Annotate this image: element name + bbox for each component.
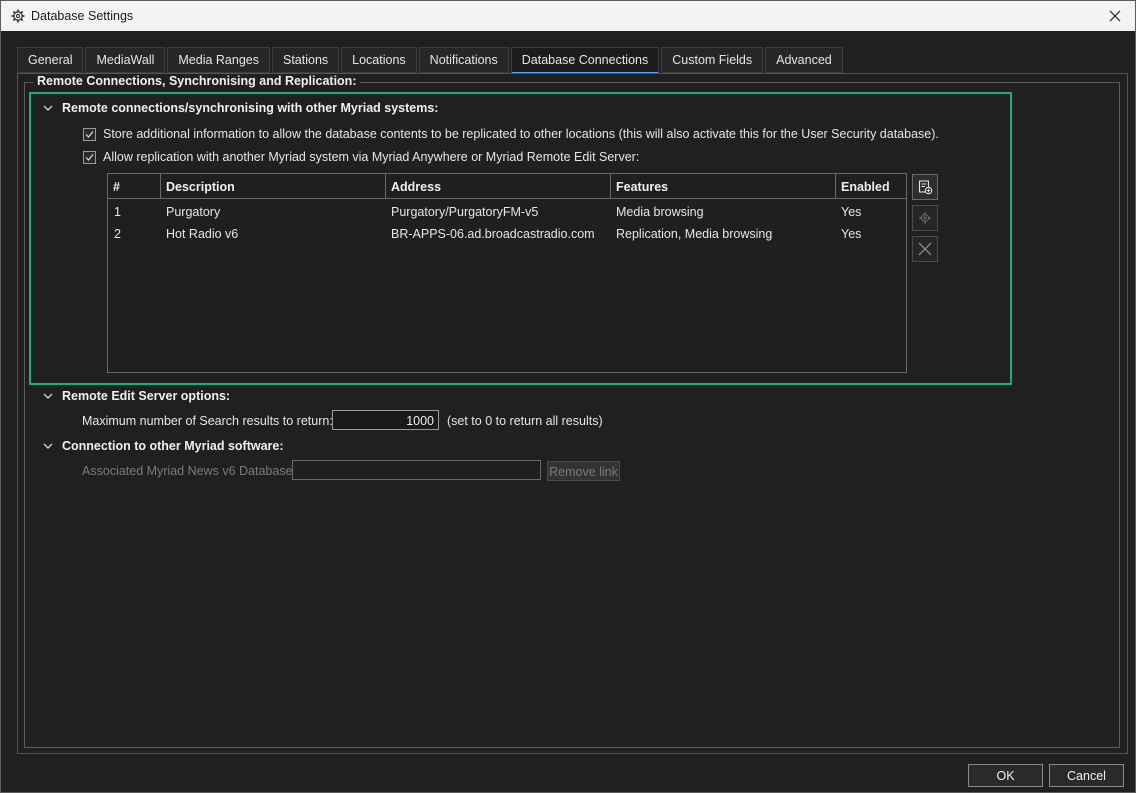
table-row[interactable]: 1 Purgatory Purgatory/PurgatoryFM-v5 Med… <box>108 201 906 223</box>
tab-custom-fields[interactable]: Custom Fields <box>661 47 764 73</box>
close-button[interactable] <box>1095 1 1135 31</box>
add-connection-button[interactable] <box>912 174 938 200</box>
tab-locations[interactable]: Locations <box>341 47 417 73</box>
database-settings-window: Database Settings General MediaWall Medi… <box>0 0 1136 793</box>
remote-connections-header[interactable]: Remote connections/synchronising with ot… <box>41 101 438 115</box>
connection-settings-button[interactable] <box>912 205 938 231</box>
tab-strip: General MediaWall Media Ranges Stations … <box>17 47 845 74</box>
cell-description: Purgatory <box>166 205 221 219</box>
chevron-down-icon <box>43 393 53 399</box>
tab-notifications[interactable]: Notifications <box>418 47 509 73</box>
checkbox-box[interactable] <box>83 127 96 141</box>
chevron-down-icon <box>43 105 53 111</box>
connections-table[interactable]: # Description Address Features Enabled 1… <box>107 173 907 373</box>
checkmark-icon <box>85 130 94 138</box>
gear-icon <box>11 9 25 23</box>
other-software-header[interactable]: Connection to other Myriad software: <box>41 439 284 453</box>
column-header-description[interactable]: Description <box>161 174 386 198</box>
max-search-results-label: Maximum number of Search results to retu… <box>82 414 333 428</box>
delete-icon <box>918 242 932 256</box>
tab-database-connections[interactable]: Database Connections <box>510 47 660 74</box>
table-row[interactable]: 2 Hot Radio v6 BR-APPS-06.ad.broadcastra… <box>108 223 906 245</box>
cell-enabled: Yes <box>841 227 862 241</box>
store-replication-info-label: Store additional information to allow th… <box>103 127 939 141</box>
cell-number: 1 <box>114 205 121 219</box>
cell-address: BR-APPS-06.ad.broadcastradio.com:694 <box>391 227 595 241</box>
column-header-number[interactable]: # <box>108 174 161 198</box>
tab-stations[interactable]: Stations <box>271 47 340 73</box>
cell-enabled: Yes <box>841 205 862 219</box>
max-search-results-input[interactable]: 1000 <box>332 410 439 430</box>
close-icon <box>1109 10 1121 22</box>
ok-button[interactable]: OK <box>968 764 1043 787</box>
remove-link-button[interactable]: Remove link <box>547 461 620 481</box>
tab-mediawall[interactable]: MediaWall <box>85 47 166 73</box>
checkbox-box[interactable] <box>83 150 96 164</box>
remote-edit-header[interactable]: Remote Edit Server options: <box>41 389 230 403</box>
delete-connection-button[interactable] <box>912 236 938 262</box>
news-database-field[interactable] <box>292 460 541 480</box>
chevron-down-icon <box>43 443 53 449</box>
title-bar: Database Settings <box>1 1 1135 31</box>
table-header: # Description Address Features Enabled <box>108 174 906 199</box>
settings-icon <box>919 212 931 224</box>
group-title: Remote Connections, Synchronising and Re… <box>33 74 361 88</box>
column-header-enabled[interactable]: Enabled <box>836 174 906 198</box>
store-replication-info-checkbox[interactable]: Store additional information to allow th… <box>83 127 939 141</box>
max-search-results-hint: (set to 0 to return all results) <box>447 414 603 428</box>
cell-address: Purgatory/PurgatoryFM-v5 <box>391 205 539 219</box>
allow-replication-checkbox[interactable]: Allow replication with another Myriad sy… <box>83 150 639 164</box>
allow-replication-label: Allow replication with another Myriad sy… <box>103 150 640 164</box>
cell-features: Replication, Media browsing <box>616 227 773 241</box>
checkmark-icon <box>85 153 94 161</box>
add-connection-icon <box>918 180 933 195</box>
cell-description: Hot Radio v6 <box>166 227 239 241</box>
remote-edit-heading: Remote Edit Server options: <box>62 389 231 403</box>
cell-number: 2 <box>114 227 121 241</box>
tab-media-ranges[interactable]: Media Ranges <box>167 47 270 73</box>
news-database-label: Associated Myriad News v6 Database: <box>82 464 296 478</box>
column-header-address[interactable]: Address <box>386 174 611 198</box>
remote-connections-heading: Remote connections/synchronising with ot… <box>62 101 439 115</box>
window-title: Database Settings <box>31 9 134 23</box>
tab-general[interactable]: General <box>17 47 84 73</box>
other-software-heading: Connection to other Myriad software: <box>62 439 284 453</box>
tab-advanced[interactable]: Advanced <box>765 47 843 73</box>
cancel-button[interactable]: Cancel <box>1049 764 1124 787</box>
column-header-features[interactable]: Features <box>611 174 836 198</box>
cell-features: Media browsing <box>616 205 704 219</box>
